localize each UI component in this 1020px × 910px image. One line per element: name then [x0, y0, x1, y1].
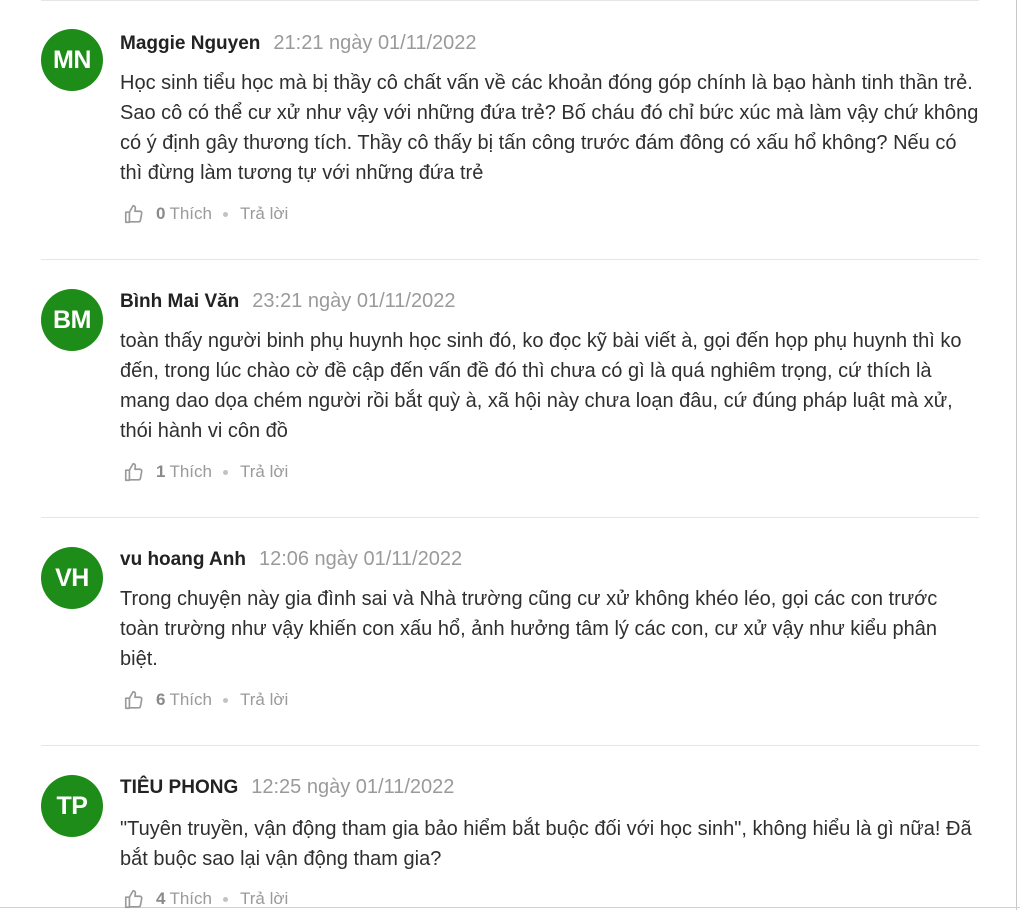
comment-header: Maggie Nguyen 21:21 ngày 01/11/2022: [120, 32, 477, 55]
comment-actions: 1 Thích Trả lời: [123, 461, 288, 483]
comment-author[interactable]: Maggie Nguyen: [120, 33, 260, 55]
comment-item: TP TIÊU PHONG 12:25 ngày 01/11/2022 "Tuy…: [41, 745, 979, 909]
comment-text: toàn thấy người binh phụ huynh học sinh …: [120, 330, 962, 442]
reply-button[interactable]: Trả lời: [240, 889, 288, 909]
like-count: 0: [156, 204, 166, 223]
separator-dot: [223, 697, 228, 703]
comment-item: BM Bình Mai Văn 23:21 ngày 01/11/2022 to…: [41, 259, 979, 517]
comment-text: "Tuyên truyền, vận động tham gia bảo hiể…: [120, 818, 972, 870]
comment-text: Học sinh tiểu học mà bị thầy cô chất vấn…: [120, 72, 979, 184]
separator-dot: [223, 469, 228, 475]
like-count: 6: [156, 690, 166, 709]
window-border-right: [1016, 0, 1017, 910]
separator-dot: [223, 896, 228, 902]
like-count: 4: [156, 889, 166, 908]
reply-button[interactable]: Trả lời: [240, 690, 288, 710]
reply-button[interactable]: Trả lời: [240, 462, 288, 482]
separator-dot: [223, 211, 228, 217]
like-button[interactable]: 0 Thích: [123, 203, 212, 225]
like-label: Thích: [169, 462, 212, 481]
comment-list: MN Maggie Nguyen 21:21 ngày 01/11/2022 H…: [41, 0, 979, 909]
comment-header: TIÊU PHONG 12:25 ngày 01/11/2022: [120, 776, 454, 799]
comment-header: vu hoang Anh 12:06 ngày 01/11/2022: [120, 548, 462, 571]
like-label: Thích: [169, 204, 212, 223]
reply-button[interactable]: Trả lời: [240, 204, 288, 224]
avatar: VH: [41, 547, 103, 609]
avatar: MN: [41, 29, 103, 91]
like-button[interactable]: 6 Thích: [123, 689, 212, 711]
like-button[interactable]: 1 Thích: [123, 461, 212, 483]
comment-author[interactable]: vu hoang Anh: [120, 549, 246, 571]
avatar: BM: [41, 289, 103, 351]
thumbs-up-icon: [123, 689, 145, 711]
comment-item: VH vu hoang Anh 12:06 ngày 01/11/2022 Tr…: [41, 517, 979, 745]
like-count: 1: [156, 462, 166, 481]
comment-actions: 6 Thích Trả lời: [123, 689, 288, 711]
like-label: Thích: [169, 889, 212, 908]
comment-actions: 4 Thích Trả lời: [123, 888, 288, 910]
comment-timestamp: 23:21 ngày 01/11/2022: [252, 290, 456, 312]
comment-header: Bình Mai Văn 23:21 ngày 01/11/2022: [120, 290, 455, 313]
comment-actions: 0 Thích Trả lời: [123, 203, 288, 225]
thumbs-up-icon: [123, 203, 145, 225]
comment-timestamp: 12:25 ngày 01/11/2022: [251, 776, 455, 798]
comment-author[interactable]: TIÊU PHONG: [120, 777, 238, 799]
like-button[interactable]: 4 Thích: [123, 888, 212, 910]
comment-timestamp: 12:06 ngày 01/11/2022: [258, 548, 463, 570]
thumbs-up-icon: [123, 461, 145, 483]
avatar: TP: [41, 775, 103, 837]
comment-item: MN Maggie Nguyen 21:21 ngày 01/11/2022 H…: [41, 0, 979, 259]
comment-timestamp: 21:21 ngày 01/11/2022: [273, 32, 477, 54]
thumbs-up-icon: [123, 888, 145, 910]
comment-text: Trong chuyện này gia đình sai và Nhà trư…: [120, 588, 938, 670]
like-label: Thích: [169, 690, 212, 709]
comment-author[interactable]: Bình Mai Văn: [120, 291, 239, 313]
